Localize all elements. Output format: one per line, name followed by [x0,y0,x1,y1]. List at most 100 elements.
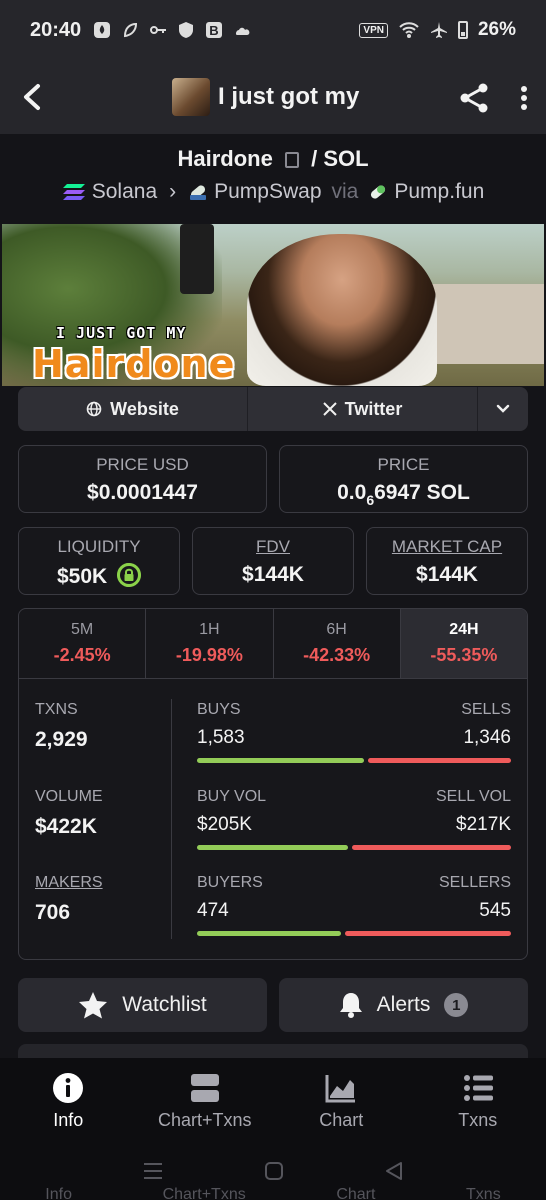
fdv-label[interactable]: FDV [193,537,353,557]
buys-sells-bar [197,758,511,763]
back-triangle-icon[interactable] [384,1161,404,1181]
txns-value: 2,929 [35,728,88,751]
pair-base: Hairdone [177,146,273,171]
makers-label[interactable]: MAKERS [35,874,103,892]
pair-quote: SOL [323,146,369,171]
market-cap-value: $144K [416,563,478,586]
tab-5m[interactable]: 5M -2.45% [19,609,147,678]
cloud-icon [236,27,250,35]
price-native-card: PRICE 0.066947 SOL [279,445,528,513]
nav-chart-label: Chart [319,1110,364,1130]
nav-txns[interactable]: Txns [410,1058,546,1142]
nav-info-label: Info [53,1110,84,1130]
status-time: 20:40 [30,18,82,41]
banner-caption-main: Hairdone [32,342,236,386]
buy-vol-value: $205K [197,814,252,835]
buy-vol-bar [197,845,348,850]
nav-chart-txns[interactable]: Chart+Txns [137,1058,274,1142]
volume-split-stat: BUY VOL SELL VOL $205K $217K [197,788,511,850]
sellers-value: 545 [479,900,511,921]
list-icon [463,1075,493,1101]
chain-link[interactable]: Solana [92,180,157,204]
status-bar: 20:40 B VPN 26% [0,0,546,60]
sells-label: SELLS [461,701,511,718]
pumpfun-icon [371,185,386,199]
lock-icon[interactable] [117,563,142,587]
tab-change: -55.35% [430,645,498,665]
recents-icon[interactable] [142,1161,164,1181]
page-title: I just got my [172,78,359,116]
txns-stat: TXNS 2,929 [35,701,88,752]
tab-change: -2.45% [53,645,111,665]
makers-value: 706 [35,901,71,924]
status-system-icons: VPN 26% [359,19,516,41]
tab-label: 5M [71,621,94,638]
stats-divider [171,699,172,939]
pair-separator: / [311,146,318,171]
buyers-value: 474 [197,900,229,921]
banner-microphone [180,224,214,294]
x-logo-icon [322,402,337,416]
chevron-right-icon: › [169,180,177,203]
sell-vol-label: SELL VOL [435,788,511,805]
price-usd-label: PRICE USD [96,455,189,474]
nav-chart[interactable]: Chart [273,1058,410,1142]
volume-value: $422K [35,815,97,838]
buys-label: BUYS [197,701,241,718]
liquidity-value-row: $50K [19,563,179,589]
nav-info[interactable]: Info [0,1058,137,1142]
key-icon [150,26,167,34]
alerts-button[interactable]: Alerts 1 [279,978,528,1032]
chain-breadcrumb: Solana › PumpSwap via Pump.fun [0,180,546,204]
banner-person [247,234,437,386]
bell-icon [339,993,362,1018]
banner-building [432,284,544,364]
more-vertical-icon[interactable] [514,84,534,114]
solana-icon [62,184,85,200]
fdv-value: $144K [242,563,304,586]
more-links-button[interactable] [478,387,528,431]
liquidity-label: LIQUIDITY [57,537,141,556]
price-native-value: 0.066947 SOL [280,481,527,508]
tab-6h[interactable]: 6H -42.33% [274,609,401,678]
website-button[interactable]: Website [18,387,248,431]
tab-1h[interactable]: 1H -19.98% [146,609,274,678]
banner-caption-top: I JUST GOT MY [56,324,187,342]
shield-icon [179,22,194,38]
market-cap-label[interactable]: MARKET CAP [367,537,527,557]
wifi-icon [399,22,419,38]
price-native-prefix: 0.0 [337,481,367,504]
dex-link[interactable]: PumpSwap [214,180,321,204]
via-text: via [331,180,359,203]
buyers-sellers-stat: BUYERS SELLERS 474 545 [197,874,511,936]
tab-label: 6H [326,621,347,638]
volume-split-bar [197,845,511,850]
launchpad-link[interactable]: Pump.fun [394,180,484,204]
twitter-button[interactable]: Twitter [248,387,478,431]
copy-icon[interactable] [284,152,299,168]
sells-value: 1,346 [463,727,511,748]
nav-chart-txns-label: Chart+Txns [157,1110,252,1130]
liquidity-value: $50K [56,565,108,588]
buys-sells-stat: BUYS SELLS 1,583 1,346 [197,701,511,763]
watchlist-label: Watchlist [122,993,207,1016]
info-icon [53,1073,84,1103]
home-icon[interactable] [264,1161,284,1181]
chevron-down-icon [496,404,510,413]
ghost-label: Chart [336,1186,376,1200]
chevron-left-icon[interactable] [18,82,46,112]
price-usd-card: PRICE USD $0.0001447 [18,445,267,513]
share-icon[interactable] [458,82,490,114]
twitter-label: Twitter [344,398,403,419]
buyers-label: BUYERS [197,874,263,891]
tab-label: 24H [449,621,479,638]
status-notification-icons: B [93,21,251,39]
globe-icon [86,401,102,417]
bottom-navigation: Info Chart+Txns Chart Txns [0,1058,546,1142]
watchlist-button[interactable]: Watchlist [18,978,267,1032]
fdv-card: FDV $144K [192,527,354,595]
sellers-bar [345,931,511,936]
tab-24h[interactable]: 24H -55.35% [400,609,527,678]
token-banner-image: I JUST GOT MY Hairdone [2,224,544,386]
ghost-label: Chart+Txns [162,1186,246,1200]
